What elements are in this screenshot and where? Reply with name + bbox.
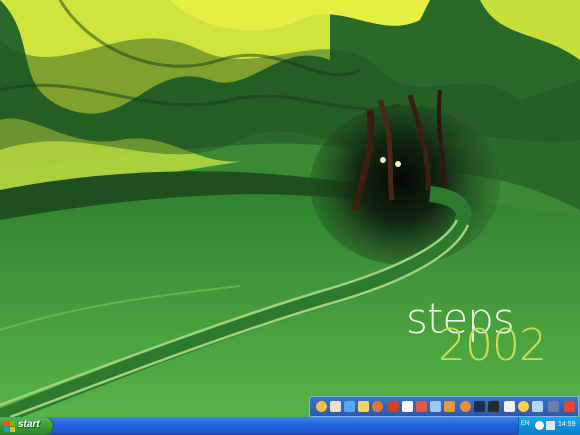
email-icon[interactable] bbox=[474, 401, 485, 412]
settings-icon[interactable] bbox=[504, 401, 515, 412]
wallpaper-year: 2002 bbox=[438, 320, 547, 371]
quick-launch-toolbar bbox=[309, 396, 579, 417]
windows-logo-icon bbox=[4, 421, 15, 432]
security-icon[interactable] bbox=[488, 401, 499, 412]
tool-icon[interactable] bbox=[548, 401, 559, 412]
language-indicator[interactable]: EN bbox=[521, 421, 529, 427]
pencil-icon[interactable] bbox=[330, 401, 341, 412]
desktop: steps 2002 bbox=[0, 0, 580, 417]
notepad-icon[interactable] bbox=[402, 401, 413, 412]
globe-icon[interactable] bbox=[316, 401, 327, 412]
firefox-icon[interactable] bbox=[372, 401, 383, 412]
shortcut-icon[interactable] bbox=[564, 401, 575, 412]
network-icon[interactable] bbox=[546, 421, 555, 430]
system-tray: EN 14:59 bbox=[518, 417, 580, 435]
volume-icon[interactable] bbox=[535, 421, 544, 430]
app-icon[interactable] bbox=[388, 401, 399, 412]
paint-icon[interactable] bbox=[416, 401, 427, 412]
start-button[interactable]: start bbox=[0, 417, 54, 435]
clock[interactable]: 14:59 bbox=[558, 421, 576, 428]
image-icon[interactable] bbox=[532, 401, 543, 412]
calculator-icon[interactable] bbox=[430, 401, 441, 412]
start-label: start bbox=[18, 419, 40, 430]
chat-icon[interactable] bbox=[460, 401, 471, 412]
photo-icon[interactable] bbox=[444, 401, 455, 412]
taskbar: start EN 14:59 bbox=[0, 417, 580, 435]
media-icon[interactable] bbox=[344, 401, 355, 412]
emoticon-icon[interactable] bbox=[518, 401, 529, 412]
folder-icon[interactable] bbox=[358, 401, 369, 412]
